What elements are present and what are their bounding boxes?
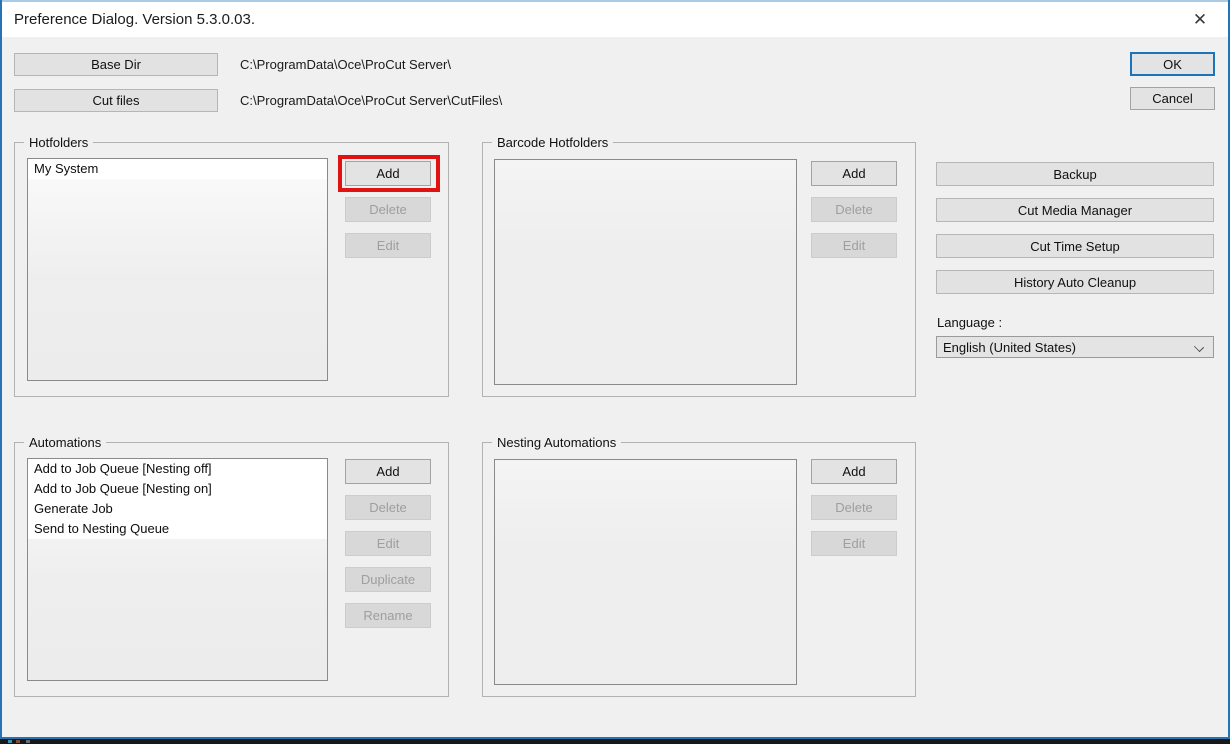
base-dir-path: C:\ProgramData\Oce\ProCut Server\ (240, 53, 451, 76)
cancel-button[interactable]: Cancel (1130, 87, 1215, 110)
cut-files-button[interactable]: Cut files (14, 89, 218, 112)
list-item[interactable]: Send to Nesting Queue (28, 519, 327, 539)
list-item[interactable]: Add to Job Queue [Nesting on] (28, 479, 327, 499)
barcode-add-button[interactable]: Add (811, 161, 897, 186)
nesting-edit-button[interactable]: Edit (811, 531, 897, 556)
automations-delete-button[interactable]: Delete (345, 495, 431, 520)
nesting-automations-list[interactable] (494, 459, 797, 685)
automations-duplicate-button[interactable]: Duplicate (345, 567, 431, 592)
list-item[interactable]: My System (28, 159, 327, 179)
nesting-delete-button[interactable]: Delete (811, 495, 897, 520)
list-item[interactable]: Add to Job Queue [Nesting off] (28, 459, 327, 479)
hotfolders-delete-button[interactable]: Delete (345, 197, 431, 222)
ok-button[interactable]: OK (1130, 52, 1215, 76)
barcode-hotfolders-group-title: Barcode Hotfolders (492, 135, 613, 150)
automations-edit-button[interactable]: Edit (345, 531, 431, 556)
nesting-add-button[interactable]: Add (811, 459, 897, 484)
barcode-delete-button[interactable]: Delete (811, 197, 897, 222)
cut-files-path: C:\ProgramData\Oce\ProCut Server\CutFile… (240, 89, 502, 112)
language-dropdown[interactable]: English (United States) (936, 336, 1214, 358)
automations-list[interactable]: Add to Job Queue [Nesting off] Add to Jo… (27, 458, 328, 681)
window-border-top (0, 0, 1230, 2)
nesting-automations-group-title: Nesting Automations (492, 435, 621, 450)
language-label: Language : (937, 315, 1002, 330)
backup-button[interactable]: Backup (936, 162, 1214, 186)
hotfolders-list[interactable]: My System (27, 158, 328, 381)
automations-group-title: Automations (24, 435, 106, 450)
close-icon[interactable]: ✕ (1180, 2, 1220, 37)
title-bar[interactable]: Preference Dialog. Version 5.3.0.03. ✕ (2, 2, 1228, 37)
automations-add-button[interactable]: Add (345, 459, 431, 484)
hotfolders-group-title: Hotfolders (24, 135, 93, 150)
history-auto-cleanup-button[interactable]: History Auto Cleanup (936, 270, 1214, 294)
window-title: Preference Dialog. Version 5.3.0.03. (14, 2, 255, 37)
base-dir-button[interactable]: Base Dir (14, 53, 218, 76)
cut-time-setup-button[interactable]: Cut Time Setup (936, 234, 1214, 258)
automations-rename-button[interactable]: Rename (345, 603, 431, 628)
language-dropdown-value: English (United States) (943, 340, 1076, 355)
barcode-edit-button[interactable]: Edit (811, 233, 897, 258)
hotfolders-edit-button[interactable]: Edit (345, 233, 431, 258)
window-border-left (0, 0, 2, 744)
list-item[interactable]: Generate Job (28, 499, 327, 519)
barcode-hotfolders-list[interactable] (494, 159, 797, 385)
preference-dialog-window: Preference Dialog. Version 5.3.0.03. ✕ B… (0, 0, 1230, 744)
cut-media-manager-button[interactable]: Cut Media Manager (936, 198, 1214, 222)
hotfolders-add-button[interactable]: Add (345, 161, 431, 186)
chevron-down-icon (1194, 342, 1204, 352)
background-taskbar-strip (0, 739, 1230, 744)
